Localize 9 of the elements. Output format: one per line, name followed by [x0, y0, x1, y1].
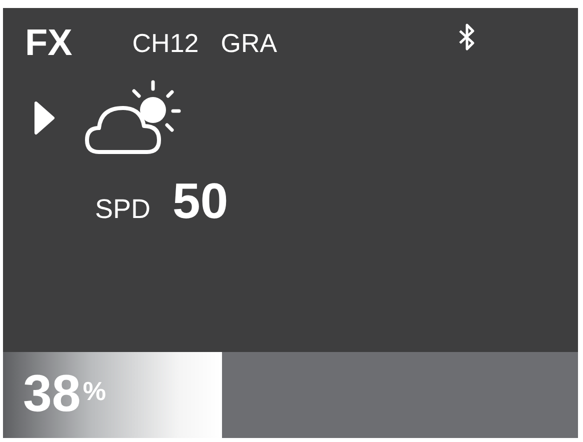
- mode-label: FX: [25, 22, 72, 64]
- channel-label: CH12: [132, 28, 199, 58]
- speed-value: 50: [172, 172, 228, 230]
- bluetooth-icon: [458, 22, 476, 52]
- speed-label: SPD: [95, 194, 151, 225]
- preset-label: GRA: [220, 28, 278, 58]
- play-icon: [33, 100, 55, 136]
- level-unit: %: [82, 376, 106, 407]
- level-value: 38: [23, 366, 81, 424]
